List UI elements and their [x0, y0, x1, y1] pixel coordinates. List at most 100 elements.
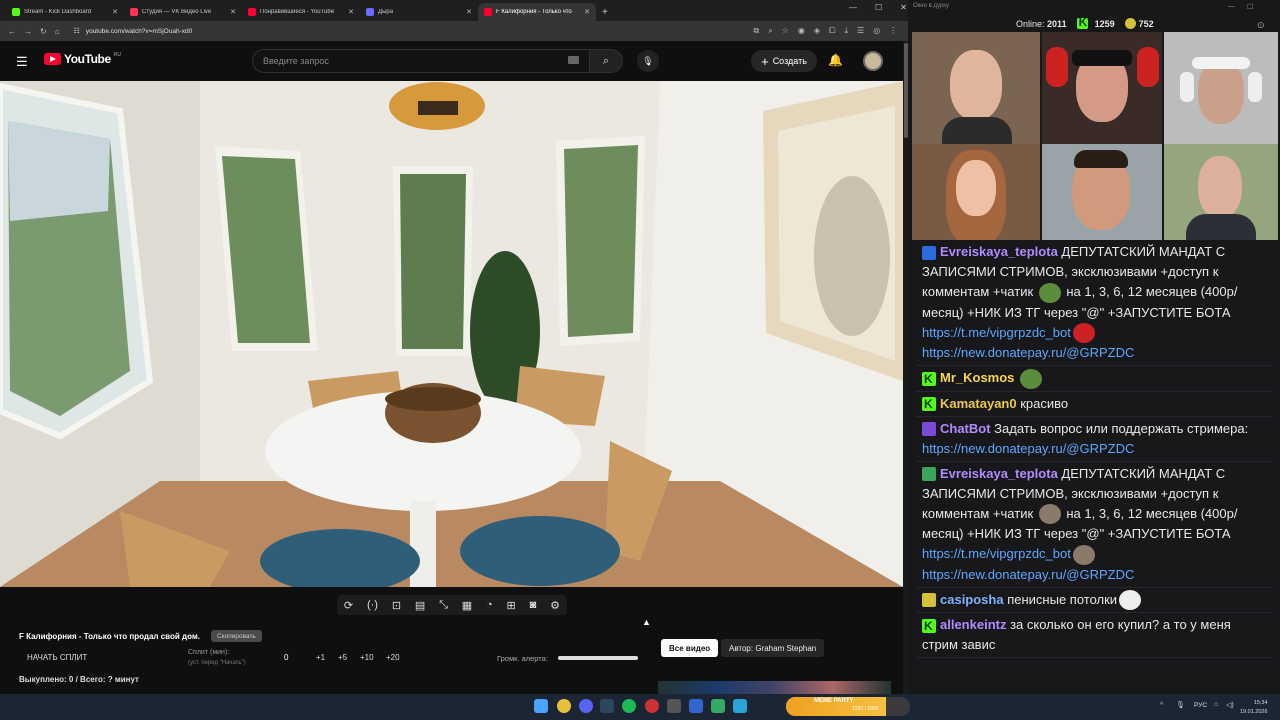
thumbnail-strip[interactable]	[658, 681, 891, 694]
volume-icon[interactable]: ◁)	[1226, 701, 1234, 709]
browser-tab[interactable]: F Калифорния - Только что ✕	[478, 3, 596, 21]
frame-icon[interactable]: ▦	[462, 599, 472, 612]
puzzle-icon[interactable]: ⧠	[829, 26, 835, 36]
chat-link[interactable]: https://new.donatepay.ru/@GRPZDC	[922, 345, 1134, 360]
webcam-feed-5	[1042, 144, 1162, 240]
tab-close-icon[interactable]: ✕	[230, 8, 236, 16]
increment-button[interactable]: +10	[360, 653, 374, 662]
microphone-icon: 🎙	[642, 55, 654, 66]
forward-icon[interactable]: →	[24, 27, 32, 36]
screen-icon[interactable]: ⊡	[392, 599, 401, 612]
maximize-icon[interactable]: ☐	[1247, 3, 1253, 11]
create-button[interactable]: + Создать	[751, 50, 817, 72]
meme-party-widget[interactable]: MEME PARTY 1250 / 1500	[786, 697, 910, 716]
language-indicator[interactable]: РУС	[1194, 702, 1207, 709]
browser-tab[interactable]: Stream - Kick Dashboard ✕	[6, 3, 124, 21]
chat-username[interactable]: Mr_Kosmos	[940, 370, 1014, 385]
close-icon[interactable]: ✕	[900, 3, 907, 12]
chat-link[interactable]: https://new.donatepay.ru/@GRPZDC	[922, 441, 1134, 456]
audio-icon[interactable]: (·)	[367, 599, 378, 611]
app-icon[interactable]	[689, 699, 703, 713]
tab-close-icon[interactable]: ✕	[348, 8, 354, 16]
resize-icon[interactable]: ⤡	[439, 599, 448, 612]
media-icon[interactable]: ☰	[857, 26, 864, 36]
chrome-icon[interactable]	[557, 699, 571, 713]
keyboard-icon[interactable]	[568, 56, 579, 64]
chat-emote-icon	[1038, 282, 1061, 303]
new-tab-button[interactable]: +	[596, 3, 614, 21]
voice-search-button[interactable]: 🎙	[637, 50, 659, 72]
menu-icon[interactable]: ⋮	[889, 26, 897, 36]
zoom-icon[interactable]: ⌕	[768, 26, 772, 36]
settings-gear-icon[interactable]: ⚙	[550, 599, 560, 612]
minimize-icon[interactable]: —	[1228, 3, 1235, 11]
bookmark-star-icon[interactable]: ☆	[782, 26, 789, 36]
increment-button[interactable]: +1	[316, 653, 325, 662]
chat-username[interactable]: Evreiskaya_teplota	[940, 244, 1058, 259]
alert-volume-slider[interactable]	[558, 656, 638, 660]
chat-emote-icon	[1020, 368, 1043, 389]
network-icon[interactable]: ⌂	[1214, 701, 1218, 708]
maximize-icon[interactable]: ☐	[875, 3, 882, 12]
notifications-bell-icon[interactable]: 🔔	[828, 53, 843, 67]
chat-link[interactable]: https://t.me/vipgrpzdc_bot	[922, 325, 1071, 340]
avatar[interactable]	[863, 51, 883, 71]
chat-username[interactable]: Evreiskaya_teplota	[940, 466, 1058, 481]
chat-link[interactable]: https://t.me/vipgrpzdc_bot	[922, 546, 1071, 561]
youtube-logo[interactable]: YouTube RU	[44, 52, 121, 66]
site-info-icon[interactable]: ☷	[74, 27, 80, 35]
url-field[interactable]: ☷ youtube.com/watch?v=mSjOuah-xd0	[68, 24, 668, 39]
cast-icon[interactable]: ⧉	[754, 26, 760, 36]
mic-tray-icon[interactable]: 🎙	[1176, 701, 1185, 709]
back-icon[interactable]: ←	[8, 27, 16, 36]
video-player[interactable]	[0, 81, 903, 587]
taskbar-clock[interactable]: 15:34 19.01.2026	[1240, 699, 1268, 717]
telegram-icon[interactable]	[733, 699, 747, 713]
chat-username[interactable]: casiposha	[940, 592, 1004, 607]
copy-title-button[interactable]: Скопировать	[211, 630, 262, 642]
search-input[interactable]: Введите запрос	[252, 49, 590, 73]
start-split-button[interactable]: НАЧАТЬ СПЛИТ	[27, 653, 87, 662]
steam-icon[interactable]	[600, 699, 614, 713]
home-icon[interactable]: ⌂	[55, 27, 60, 36]
loop-icon[interactable]: ⟳	[344, 599, 353, 612]
author-button[interactable]: Автор: Graham Stephan	[721, 639, 825, 657]
chat-link[interactable]: https://new.donatepay.ru/@GRPZDC	[922, 567, 1134, 582]
download-icon[interactable]: ⤓	[844, 26, 848, 36]
app-icon[interactable]	[667, 699, 681, 713]
tab-close-icon[interactable]: ✕	[466, 8, 472, 16]
reload-icon[interactable]: ↻	[40, 27, 47, 36]
tab-close-icon[interactable]: ✕	[584, 8, 590, 16]
tab-close-icon[interactable]: ✕	[112, 8, 118, 16]
start-menu-icon[interactable]	[534, 699, 548, 713]
extension-icon[interactable]: ◈	[814, 26, 820, 36]
spotify-icon[interactable]	[622, 699, 636, 713]
profile-icon[interactable]: ◎	[873, 26, 880, 36]
player-tool-strip: ⟳ (·) ⊡ ▤ ⤡ ▦ ◔ ⊞ ◙ ⚙	[337, 595, 567, 615]
add-clip-icon[interactable]: ⊞	[507, 599, 516, 612]
chat-text: пенисные потолки	[1007, 591, 1118, 607]
extension-icon[interactable]: ◉	[798, 26, 805, 36]
hamburger-menu-icon[interactable]: ☰	[16, 54, 28, 70]
obs-icon[interactable]	[645, 699, 659, 713]
search-button[interactable]: ⌕	[589, 49, 623, 73]
film-icon[interactable]: ▤	[415, 599, 425, 612]
tray-chevron-icon[interactable]: ^	[1160, 702, 1163, 709]
increment-button[interactable]: +20	[386, 653, 400, 662]
settings-icon[interactable]: ⊙	[1257, 20, 1265, 31]
tab-favicon-icon	[12, 8, 20, 16]
browser-tab-bar: Stream - Kick Dashboard ✕ Студия — VK Виде…	[0, 0, 908, 21]
chat-username[interactable]: Kamatayan0	[940, 396, 1017, 411]
minimize-icon[interactable]: —	[849, 3, 857, 12]
increment-button[interactable]: +5	[338, 653, 347, 662]
all-videos-button[interactable]: Все видео	[661, 639, 719, 657]
discord-icon[interactable]	[579, 699, 593, 713]
app-icon[interactable]	[711, 699, 725, 713]
browser-tab[interactable]: Студия — VK Видео Live ✕	[124, 3, 242, 21]
speed-icon[interactable]: ◔	[486, 599, 493, 611]
screenshot-icon[interactable]: ◙	[530, 599, 537, 611]
chat-username[interactable]: ChatBot	[940, 421, 991, 436]
chat-username[interactable]: allenkeintz	[940, 617, 1006, 632]
browser-tab[interactable]: Понравившиеся - YouTube ✕	[242, 3, 360, 21]
browser-tab[interactable]: Дыра ✕	[360, 3, 478, 21]
